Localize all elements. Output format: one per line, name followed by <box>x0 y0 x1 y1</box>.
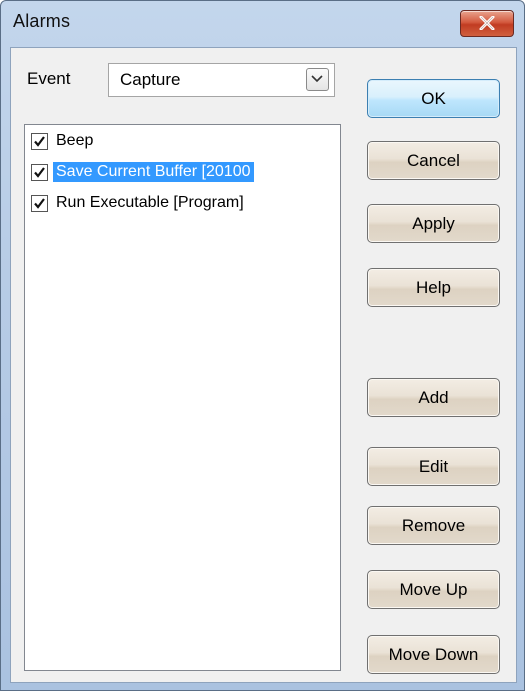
move-down-button[interactable]: Move Down <box>367 635 500 674</box>
event-combobox[interactable]: Capture <box>108 63 335 97</box>
remove-button[interactable]: Remove <box>367 506 500 545</box>
list-item-label: Beep <box>56 132 94 149</box>
alarm-list[interactable]: Beep Save Current Buffer [20100 Run Exec… <box>24 124 341 671</box>
cancel-button[interactable]: Cancel <box>367 141 500 180</box>
list-item[interactable]: Run Executable [Program] <box>25 191 335 215</box>
checkbox[interactable] <box>31 133 48 150</box>
close-button[interactable] <box>460 10 514 37</box>
chevron-down-icon <box>311 75 323 83</box>
list-item-label: Save Current Buffer [20100 <box>53 162 254 182</box>
list-item-label: Run Executable [Program] <box>56 194 244 211</box>
window-title: Alarms <box>13 11 71 31</box>
checkmark-icon <box>34 167 45 178</box>
checkbox[interactable] <box>31 164 48 181</box>
list-item[interactable]: Beep <box>25 129 335 153</box>
event-combobox-value: Capture <box>120 70 181 89</box>
event-label: Event <box>27 69 71 88</box>
dropdown-button[interactable] <box>306 68 329 91</box>
list-item[interactable]: Save Current Buffer [20100 <box>25 160 335 184</box>
ok-button[interactable]: OK <box>367 79 500 118</box>
help-button[interactable]: Help <box>367 268 500 307</box>
edit-button[interactable]: Edit <box>367 447 500 486</box>
close-icon <box>479 16 495 30</box>
apply-button[interactable]: Apply <box>367 204 500 243</box>
checkbox[interactable] <box>31 195 48 212</box>
checkmark-icon <box>34 198 45 209</box>
add-button[interactable]: Add <box>367 378 500 417</box>
dialog-client-area: Event Capture Beep Save Current Buffer [… <box>10 47 517 683</box>
checkmark-icon <box>34 136 45 147</box>
alarms-dialog: Alarms Event Capture Beep Save Current B… <box>0 0 525 691</box>
move-up-button[interactable]: Move Up <box>367 570 500 609</box>
title-bar[interactable]: Alarms <box>1 1 524 47</box>
